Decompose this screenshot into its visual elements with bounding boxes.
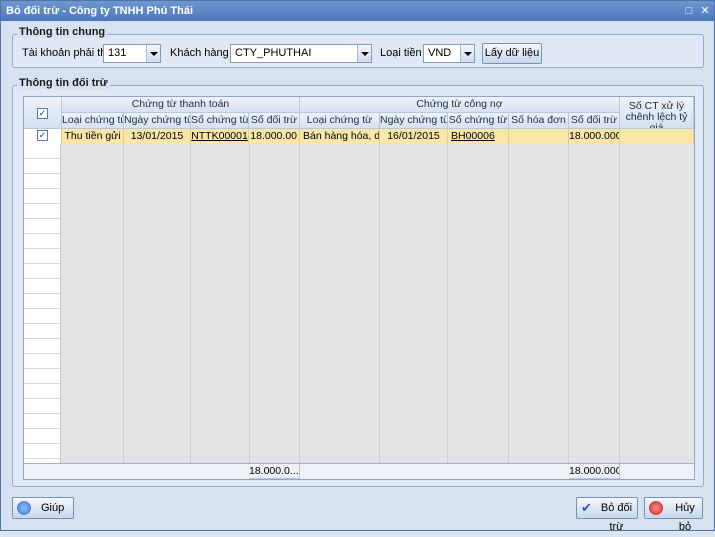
grid-footer-totals: 18.000.0... 18.000.000 [24,463,694,479]
column-divider [619,144,620,463]
help-button[interactable]: Giúp [12,497,74,519]
column-divider [568,144,569,463]
account-value: 131 [108,47,127,59]
column-divider [190,144,191,463]
cell-pay-amount: 18.000.00 [249,129,300,144]
column-divider [447,144,448,463]
unoffset-button[interactable]: ✔ Bỏ đối trừ [576,497,638,533]
column-divider [123,144,124,463]
customer-value: CTY_PHUTHAI [235,47,312,59]
cell-debt-type: Bán hàng hóa, dịc [300,129,380,144]
cell-pay-date: 13/01/2015 [124,129,191,144]
row-indicator-column [24,144,61,474]
title-bar: Bỏ đối trừ - Công ty TNHH Phú Thái □ ✕ [1,1,714,21]
cell-debt-invoice [509,129,569,144]
chevron-down-icon[interactable] [460,45,474,62]
general-info-title: Thông tin chung [17,26,108,38]
column-divider [508,144,509,463]
offset-info-title: Thông tin đối trừ [17,77,110,89]
col-debt-amount[interactable]: Số đối trừ [569,113,620,129]
customer-label: Khách hàng [170,47,229,59]
customer-combo[interactable]: CTY_PHUTHAI [230,44,372,63]
total-pay-amount: 18.000.0... [249,464,300,479]
col-debt-date[interactable]: Ngày chứng từ [380,113,448,129]
cell-debt-no-link[interactable]: BH00006 [448,129,509,144]
grid-header-groups: Chứng từ thanh toán Chứng từ công nợ Số … [24,97,694,129]
window-title: Bỏ đối trừ - Công ty TNHH Phú Thái [6,5,193,17]
offset-grid[interactable]: Chứng từ thanh toán Chứng từ công nợ Số … [23,96,695,480]
account-combo[interactable]: 131 [103,44,161,63]
header-group-debt: Chứng từ công nợ [300,97,620,113]
currency-combo[interactable]: VND [423,44,475,63]
cell-pay-no-link[interactable]: NTTK00001 [191,129,249,144]
column-divider [379,144,380,463]
col-debt-no[interactable]: Số chứng từ [448,113,509,129]
cancel-icon [649,501,663,515]
col-pay-date[interactable]: Ngày chứng từ [124,113,191,129]
help-button-label: Giúp [41,502,65,514]
help-icon [17,501,31,515]
chevron-down-icon[interactable] [146,45,160,62]
currency-value: VND [428,47,452,59]
currency-label: Loại tiền [380,47,422,59]
col-pay-type[interactable]: Loại chứng từ [62,113,124,129]
cell-pay-type: Thu tiền gửi [62,129,124,144]
account-label: Tài khoản phải thu [22,47,113,59]
col-debt-type[interactable]: Loại chứng từ [300,113,380,129]
checkmark-icon: ✔ [581,500,592,515]
dialog-window: Bỏ đối trừ - Công ty TNHH Phú Thái □ ✕ T… [0,0,715,533]
col-pay-no[interactable]: Số chứng từ [191,113,249,129]
cancel-button[interactable]: Hủy bỏ [644,497,703,533]
col-debt-invoice[interactable]: Số hóa đơn [509,113,569,129]
chevron-down-icon[interactable] [357,45,371,62]
row-check-cell: ✓ [24,129,62,144]
cell-debt-date: 16/01/2015 [380,129,448,144]
total-debt-amount: 18.000.000 [569,464,620,479]
fetch-data-button[interactable]: Lấy dữ liệu [482,43,542,64]
header-fx: Số CT xử lý chênh lệch tỷ giá [620,97,694,129]
cell-fx [620,129,694,144]
close-icon[interactable]: ✕ [698,4,712,18]
cancel-button-label: Hủy bỏ [675,502,695,533]
grid-header-columns: Loại chứng từ Ngày chứng từ Số chứng từ … [62,113,620,129]
maximize-icon[interactable]: □ [682,4,696,18]
header-checkbox[interactable]: ✓ [37,108,48,119]
header-group-payment: Chứng từ thanh toán [62,97,300,113]
unoffset-button-label: Bỏ đối trừ [600,502,633,533]
cell-debt-amount: 18.000.000 [569,129,620,144]
column-divider [299,144,300,463]
column-divider [249,144,250,463]
col-pay-amount[interactable]: Số đối trừ [249,113,300,129]
table-row[interactable]: ✓ Thu tiền gửi 13/01/2015 NTTK00001 18.0… [24,129,694,144]
row-checkbox[interactable]: ✓ [37,130,48,141]
